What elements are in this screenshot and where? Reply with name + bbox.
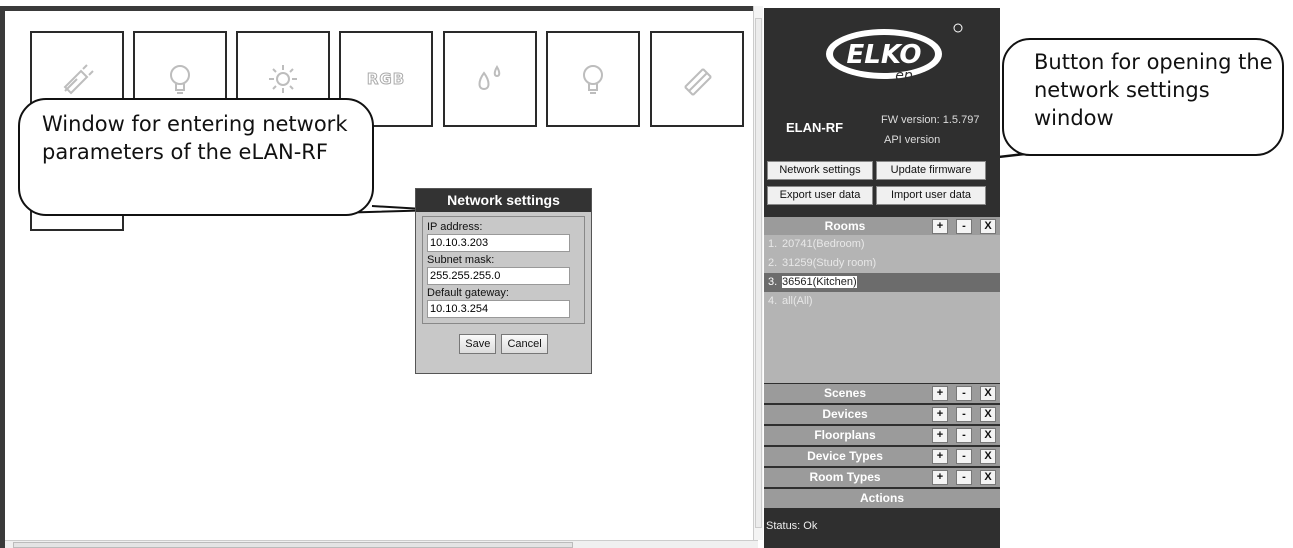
elko-logo-icon: ELKO ep bbox=[826, 23, 963, 84]
firmware-version: FW version: 1.5.797 bbox=[881, 114, 980, 126]
subnet-label: Subnet mask: bbox=[427, 254, 495, 266]
save-button[interactable]: Save bbox=[459, 334, 497, 354]
scenes-remove-button[interactable]: - bbox=[956, 386, 972, 401]
room-types-section-label: Room Types bbox=[809, 470, 881, 484]
svg-text:ELKO: ELKO bbox=[847, 40, 922, 70]
bulb-icon bbox=[583, 65, 603, 94]
room-item-selected[interactable]: 3. 36561(Kitchen) bbox=[764, 273, 1000, 292]
floorplans-add-button[interactable]: + bbox=[932, 428, 948, 443]
control-panel: ELKO ep ELAN-RF FW version: 1.5.797 API … bbox=[764, 8, 1000, 548]
vertical-scroll-thumb[interactable] bbox=[755, 18, 762, 528]
svg-text:ep: ep bbox=[895, 68, 913, 84]
callout-network-button: Button for opening the network settings … bbox=[1002, 38, 1284, 156]
devices-remove-button[interactable]: - bbox=[956, 407, 972, 422]
room-types-remove-button[interactable]: - bbox=[956, 470, 972, 485]
scenes-add-button[interactable]: + bbox=[932, 386, 948, 401]
export-user-data-button[interactable]: Export user data bbox=[767, 186, 873, 205]
status-text: Status: Ok bbox=[766, 520, 818, 532]
room-item[interactable]: 2. 31259(Study room) bbox=[764, 254, 1000, 273]
ip-label: IP address: bbox=[427, 221, 483, 233]
floorplans-section-label: Floorplans bbox=[814, 428, 876, 442]
devices-section-header[interactable]: Devices + - X bbox=[764, 405, 1000, 424]
device-tile-bulb-2[interactable] bbox=[546, 31, 640, 127]
scenes-section-header[interactable]: Scenes + - X bbox=[764, 384, 1000, 403]
devices-close-button[interactable]: X bbox=[980, 407, 996, 422]
device-canvas: RGB bbox=[0, 6, 753, 548]
devices-add-button[interactable]: + bbox=[932, 407, 948, 422]
room-types-close-button[interactable]: X bbox=[980, 470, 996, 485]
rgb-icon: RGB bbox=[366, 70, 406, 89]
actions-section-header[interactable]: Actions bbox=[764, 489, 1000, 508]
device-types-close-button[interactable]: X bbox=[980, 449, 996, 464]
rooms-list: 1. 20741(Bedroom) 2. 31259(Study room) 3. 3… bbox=[764, 235, 1000, 383]
room-types-section-header[interactable]: Room Types + - X bbox=[764, 468, 1000, 487]
room-item[interactable]: 4. all(All) bbox=[764, 292, 1000, 311]
device-types-add-button[interactable]: + bbox=[932, 449, 948, 464]
room-item[interactable]: 1. 20741(Bedroom) bbox=[764, 235, 1000, 254]
device-types-section-header[interactable]: Device Types + - X bbox=[764, 447, 1000, 466]
scenes-section-label: Scenes bbox=[823, 386, 867, 400]
dialog-body: IP address: Subnet mask: Default gateway… bbox=[422, 216, 585, 324]
drops-icon bbox=[478, 65, 501, 91]
scenes-close-button[interactable]: X bbox=[980, 386, 996, 401]
floorplans-section-header[interactable]: Floorplans + - X bbox=[764, 426, 1000, 445]
floorplans-close-button[interactable]: X bbox=[980, 428, 996, 443]
rooms-section-header[interactable]: Rooms + - X bbox=[764, 217, 1000, 236]
default-gateway-input[interactable] bbox=[427, 300, 570, 318]
floorplans-remove-button[interactable]: - bbox=[956, 428, 972, 443]
dialog-title: Network settings bbox=[416, 189, 591, 212]
vertical-scrollbar[interactable] bbox=[753, 6, 763, 540]
callout-left-text: Window for entering network parameters o… bbox=[42, 112, 348, 164]
ip-address-input[interactable] bbox=[427, 234, 570, 252]
rooms-close-button[interactable]: X bbox=[980, 219, 996, 234]
device-tile-heater[interactable] bbox=[650, 31, 744, 127]
devices-section-label: Devices bbox=[822, 407, 868, 421]
rooms-add-button[interactable]: + bbox=[932, 219, 948, 234]
network-settings-dialog: Network settings IP address: Subnet mask… bbox=[415, 188, 592, 374]
heater-icon bbox=[684, 68, 712, 96]
rooms-section-label: Rooms bbox=[824, 219, 866, 233]
device-model: ELAN-RF bbox=[786, 120, 844, 135]
update-firmware-button[interactable]: Update firmware bbox=[876, 161, 986, 180]
callout-right-text: Button for opening the network settings … bbox=[1034, 50, 1273, 130]
rooms-remove-button[interactable]: - bbox=[956, 219, 972, 234]
network-settings-button[interactable]: Network settings bbox=[767, 161, 873, 180]
import-user-data-button[interactable]: Import user data bbox=[876, 186, 986, 205]
subnet-mask-input[interactable] bbox=[427, 267, 570, 285]
plug-icon bbox=[63, 64, 94, 95]
cancel-button[interactable]: Cancel bbox=[501, 334, 548, 354]
horizontal-scroll-thumb[interactable] bbox=[13, 542, 573, 548]
sun-icon bbox=[269, 65, 297, 93]
device-types-remove-button[interactable]: - bbox=[956, 449, 972, 464]
device-types-section-label: Device Types bbox=[807, 449, 883, 463]
callout-network-window: Window for entering network parameters o… bbox=[18, 98, 374, 216]
horizontal-scrollbar[interactable] bbox=[5, 540, 758, 548]
room-types-add-button[interactable]: + bbox=[932, 470, 948, 485]
bulb-icon bbox=[170, 65, 190, 94]
actions-section-label: Actions bbox=[859, 491, 904, 505]
device-tile-drops[interactable] bbox=[443, 31, 537, 127]
gateway-label: Default gateway: bbox=[427, 287, 509, 299]
api-version: API version bbox=[884, 134, 941, 146]
elko-logo: ELKO ep bbox=[764, 8, 1000, 108]
